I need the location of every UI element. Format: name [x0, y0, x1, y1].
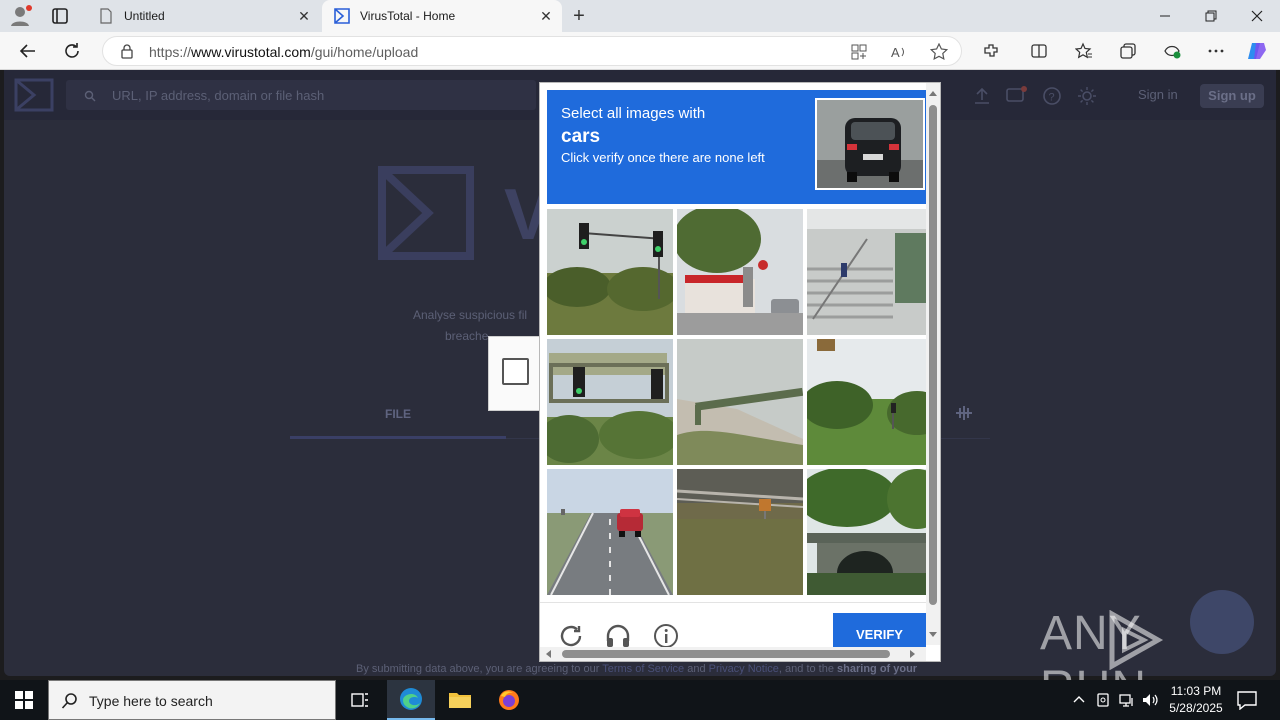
captcha-tile[interactable]	[677, 469, 803, 595]
url-text: https://www.virustotal.com/gui/home/uplo…	[149, 44, 419, 60]
edge-taskbar-icon[interactable]	[387, 680, 435, 720]
captcha-tile[interactable]	[807, 469, 933, 595]
prompt-instruction: Select all images with	[561, 105, 706, 122]
copilot-icon[interactable]	[1245, 39, 1269, 63]
captcha-tile[interactable]	[547, 209, 673, 335]
windows-start-icon[interactable]	[0, 680, 48, 720]
clock-time: 11:03 PM	[1170, 684, 1222, 698]
file-explorer-icon[interactable]	[436, 680, 484, 720]
refresh-challenge-icon[interactable]	[558, 623, 584, 649]
split-screen-icon[interactable]	[1027, 39, 1051, 63]
tab-untitled[interactable]: Untitled ✕	[86, 0, 320, 32]
favorite-star-icon[interactable]	[927, 40, 951, 64]
read-aloud-icon[interactable]: A	[887, 40, 911, 64]
horizontal-scrollbar[interactable]	[540, 647, 926, 661]
settings-more-icon[interactable]	[1204, 39, 1228, 63]
search-icon	[84, 89, 96, 102]
taskbar-search-input[interactable]: Type here to search	[48, 680, 336, 720]
sample-car-image	[815, 98, 925, 190]
virustotal-large-logo-icon	[378, 166, 474, 260]
close-tab-icon[interactable]: ✕	[296, 8, 312, 24]
captcha-prompt-header: Select all images with cars Click verify…	[547, 90, 926, 204]
captcha-checkbox[interactable]	[502, 358, 529, 385]
terms-link[interactable]: Terms of Service	[602, 663, 684, 675]
taskbar-clock[interactable]: 11:03 PM 5/28/2025	[1160, 683, 1232, 717]
audio-challenge-icon[interactable]	[605, 623, 631, 649]
network-icon[interactable]	[1119, 692, 1135, 708]
profile-icon[interactable]	[8, 4, 34, 28]
svg-text:?: ?	[1049, 92, 1055, 104]
page-icon	[98, 8, 114, 24]
tagline-line-1: Analyse suspicious fil	[413, 308, 528, 322]
firefox-icon[interactable]	[485, 680, 533, 720]
back-icon[interactable]	[16, 39, 40, 63]
address-bar[interactable]: https://www.virustotal.com/gui/home/uplo…	[102, 36, 962, 66]
collections-icon[interactable]	[1116, 39, 1140, 63]
svg-text:A: A	[891, 45, 900, 60]
windows-taskbar: Type here to search 11:03 PM 5/28/2025	[0, 680, 1280, 720]
lock-icon[interactable]	[119, 43, 135, 59]
theme-toggle-icon[interactable]	[1077, 86, 1097, 106]
footer-divider	[540, 602, 940, 603]
virustotal-logo-icon[interactable]	[14, 78, 54, 112]
tab-file[interactable]: FILE	[385, 407, 411, 421]
privacy-link[interactable]: Privacy Notice	[709, 663, 779, 675]
active-tab-indicator	[290, 436, 506, 439]
prompt-object: cars	[561, 126, 601, 147]
vt-search-input[interactable]: URL, IP address, domain or file hash	[66, 80, 536, 110]
taskbar-search-placeholder: Type here to search	[89, 693, 213, 709]
tab-virustotal[interactable]: VirusTotal - Home ✕	[322, 0, 562, 32]
notifications-icon[interactable]	[1236, 690, 1258, 711]
close-tab-icon[interactable]: ✕	[538, 8, 554, 24]
tab-actions-icon[interactable]	[50, 6, 70, 26]
volume-icon[interactable]	[1142, 692, 1158, 708]
restore-icon[interactable]	[1188, 0, 1234, 32]
submission-terms-note: By submitting data above, you are agreei…	[356, 663, 918, 675]
prompt-hint: Click verify once there are none left	[561, 150, 765, 165]
browser-toolbar: https://www.virustotal.com/gui/home/uplo…	[0, 32, 1280, 70]
upload-icon[interactable]	[972, 86, 992, 106]
tab-title: Untitled	[124, 9, 165, 23]
captcha-tile[interactable]	[807, 209, 933, 335]
tab-title: VirusTotal - Home	[360, 9, 456, 23]
extensions-icon[interactable]	[979, 39, 1003, 63]
virustotal-favicon-icon	[334, 8, 350, 24]
tagline-line-2: breache	[445, 329, 489, 343]
show-hidden-icons-icon[interactable]	[1071, 692, 1087, 708]
anyrun-play-icon	[1106, 609, 1164, 671]
device-icon[interactable]	[1095, 692, 1111, 708]
refresh-icon[interactable]	[60, 39, 84, 63]
sign-up-button[interactable]: Sign up	[1200, 84, 1264, 108]
vertical-scrollbar[interactable]	[926, 83, 940, 645]
captcha-tile[interactable]	[807, 339, 933, 465]
captcha-tile[interactable]	[547, 339, 673, 465]
notifications-icon[interactable]	[1006, 86, 1027, 106]
browser-tab-bar: Untitled ✕ VirusTotal - Home ✕ +	[0, 0, 1280, 32]
help-icon[interactable]: ?	[1042, 86, 1062, 106]
favorites-icon[interactable]	[1072, 39, 1096, 63]
captcha-tile[interactable]	[677, 209, 803, 335]
app-available-icon[interactable]	[847, 40, 871, 64]
search-icon	[61, 692, 79, 710]
captcha-tile[interactable]	[547, 469, 673, 595]
captcha-challenge-dialog: Select all images with cars Click verify…	[539, 82, 941, 662]
minimize-icon[interactable]	[1142, 0, 1188, 32]
task-view-icon[interactable]	[336, 680, 384, 720]
sign-in-link[interactable]: Sign in	[1138, 87, 1178, 102]
new-tab-icon[interactable]: +	[569, 6, 589, 26]
browser-essentials-icon[interactable]	[1160, 39, 1184, 63]
search-placeholder: URL, IP address, domain or file hash	[112, 88, 325, 103]
search-tab-icon[interactable]	[954, 405, 974, 421]
close-window-icon[interactable]	[1234, 0, 1280, 32]
info-icon[interactable]	[653, 623, 679, 649]
captcha-tile[interactable]	[677, 339, 803, 465]
clock-date: 5/28/2025	[1169, 701, 1223, 715]
